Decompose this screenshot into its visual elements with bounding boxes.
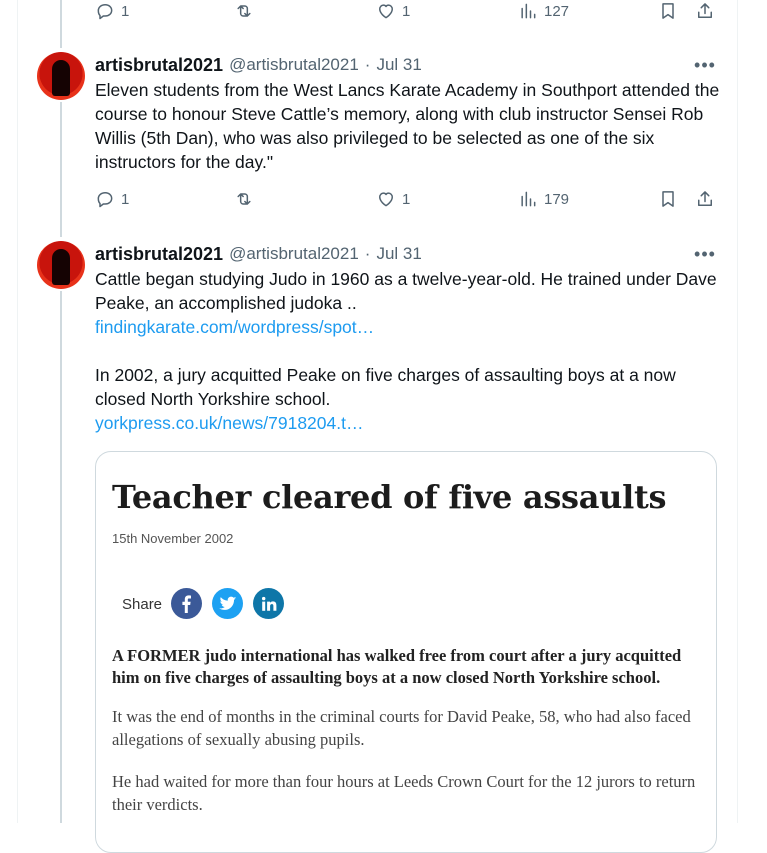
view-count: 127 xyxy=(544,2,570,20)
avatar[interactable] xyxy=(37,241,85,289)
facebook-icon[interactable] xyxy=(171,588,202,619)
more-icon: ••• xyxy=(694,54,716,75)
views-icon xyxy=(521,191,536,207)
thread-line xyxy=(60,291,62,823)
thread-line xyxy=(60,102,62,237)
avatar-figure xyxy=(52,249,70,285)
article-paragraph: It was the end of months in the criminal… xyxy=(112,707,691,749)
tweet-paragraph: Cattle began studying Judo in 1960 as a … xyxy=(95,269,717,313)
heart-icon xyxy=(379,192,393,207)
tweet-paragraph: In 2002, a jury acquitted Peake on five … xyxy=(95,365,676,409)
tweet-actions: 1 1 179 xyxy=(95,189,725,215)
display-name[interactable]: artisbrutal2021 xyxy=(95,244,223,265)
bookmark-icon xyxy=(662,3,674,19)
like-button[interactable]: 1 xyxy=(376,189,410,209)
retweet-button[interactable] xyxy=(234,189,254,209)
handle[interactable]: @artisbrutal2021 xyxy=(229,244,359,264)
linkedin-icon[interactable] xyxy=(253,588,284,619)
retweet-icon xyxy=(237,193,251,205)
article-lead: A FORMER judo international has walked f… xyxy=(112,646,682,687)
article-title: Teacher cleared of five assaults xyxy=(112,478,667,516)
reply-icon xyxy=(97,192,113,208)
views-icon xyxy=(521,3,536,19)
like-button[interactable]: 1 xyxy=(376,1,410,21)
thread-line xyxy=(60,0,62,48)
reply-button[interactable]: 1 xyxy=(95,1,129,21)
share-button[interactable] xyxy=(695,189,715,209)
separator: · xyxy=(364,244,371,263)
more-button[interactable]: ••• xyxy=(694,55,716,75)
share-icon xyxy=(698,3,712,18)
separator: · xyxy=(364,55,371,74)
tweet-header: artisbrutal2021 @artisbrutal2021 · Jul 3… xyxy=(95,54,422,76)
view-count: 179 xyxy=(544,190,570,208)
reply-count: 1 xyxy=(121,190,130,208)
like-count: 1 xyxy=(402,2,411,20)
tweet-actions: 1 1 127 xyxy=(95,1,725,27)
timestamp[interactable]: Jul 31 xyxy=(376,55,421,75)
bookmark-button[interactable] xyxy=(658,1,678,21)
twitter-icon[interactable] xyxy=(212,588,243,619)
tweet-text: Cattle began studying Judo in 1960 as a … xyxy=(95,267,720,435)
handle[interactable]: @artisbrutal2021 xyxy=(229,55,359,75)
tweet-link[interactable]: yorkpress.co.uk/news/7918204.t… xyxy=(95,413,363,433)
avatar[interactable] xyxy=(37,52,85,100)
timestamp[interactable]: Jul 31 xyxy=(376,244,421,264)
share-button[interactable] xyxy=(695,1,715,21)
more-button[interactable]: ••• xyxy=(694,244,716,264)
reply-count: 1 xyxy=(121,2,130,20)
heart-icon xyxy=(379,4,393,19)
reply-button[interactable]: 1 xyxy=(95,189,129,209)
views-button[interactable]: 127 xyxy=(518,1,569,21)
reply-icon xyxy=(97,4,113,20)
link-preview-card[interactable]: Teacher cleared of five assaults 15th No… xyxy=(95,451,717,853)
avatar-figure xyxy=(52,60,70,96)
retweet-icon xyxy=(237,5,251,17)
tweet-paragraph: Eleven students from the West Lancs Kara… xyxy=(95,80,720,172)
bookmark-icon xyxy=(662,191,674,207)
display-name[interactable]: artisbrutal2021 xyxy=(95,55,223,76)
article-date: 15th November 2002 xyxy=(112,531,234,546)
tweet-header: artisbrutal2021 @artisbrutal2021 · Jul 3… xyxy=(95,243,422,265)
views-button[interactable]: 179 xyxy=(518,189,569,209)
tweet-text: Eleven students from the West Lancs Kara… xyxy=(95,78,720,174)
bookmark-button[interactable] xyxy=(658,189,678,209)
more-icon: ••• xyxy=(694,243,716,264)
share-icon xyxy=(698,191,712,206)
retweet-button[interactable] xyxy=(234,1,254,21)
share-label: Share xyxy=(122,596,163,613)
like-count: 1 xyxy=(402,190,411,208)
article-paragraph: He had waited for more than four hours a… xyxy=(112,772,696,814)
tweet-link[interactable]: findingkarate.com/wordpress/spot… xyxy=(95,317,374,337)
